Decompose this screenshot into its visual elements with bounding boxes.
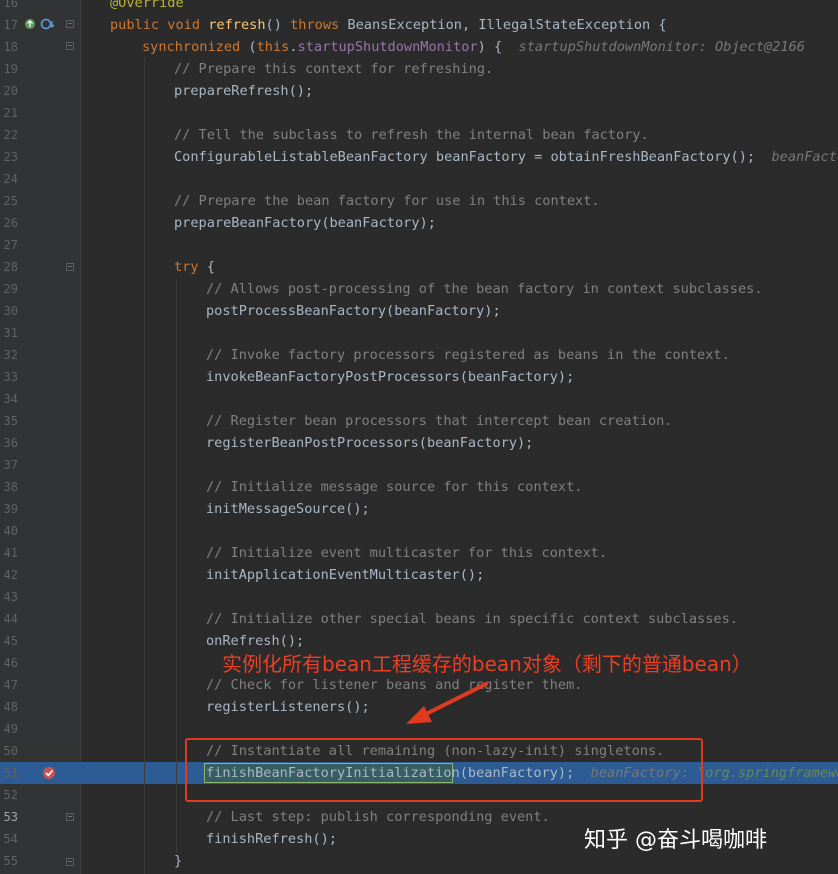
- fold-marker-icon[interactable]: [66, 263, 74, 271]
- code-line: try {: [174, 259, 215, 275]
- fold-marker-icon[interactable]: [66, 42, 74, 50]
- code-comment: // Last step: publish corresponding even…: [206, 809, 550, 825]
- line-number: 36: [3, 436, 18, 450]
- code-line: postProcessBeanFactory(beanFactory);: [206, 303, 501, 319]
- line-number: 32: [3, 348, 18, 362]
- code-comment: // Prepare this context for refreshing.: [174, 61, 494, 77]
- line-number: 33: [3, 370, 18, 384]
- line-number: 22: [3, 128, 18, 142]
- code-line: }: [174, 853, 183, 869]
- line-number: 30: [3, 304, 18, 318]
- fold-marker-icon[interactable]: [66, 20, 74, 28]
- code-comment: // Initialize message source for this co…: [206, 479, 583, 495]
- line-number: 50: [3, 744, 18, 758]
- line-number: 55: [3, 854, 18, 868]
- line-number: 48: [3, 700, 18, 714]
- line-number: 26: [3, 216, 18, 230]
- code-line: initApplicationEventMulticaster();: [206, 567, 485, 583]
- line-number: 45: [3, 634, 18, 648]
- code-comment: // Initialize other special beans in spe…: [206, 611, 738, 627]
- code-comment: // Prepare the bean factory for use in t…: [174, 193, 600, 209]
- line-number: 49: [3, 722, 18, 736]
- line-number: 52: [3, 788, 18, 802]
- line-number: 47: [3, 678, 18, 692]
- line-number: 21: [3, 106, 18, 120]
- line-number: 39: [3, 502, 18, 516]
- breakpoint-check-icon[interactable]: [42, 766, 56, 780]
- inline-debug-hint: startupShutdownMonitor: Object@2166: [518, 39, 805, 55]
- annotation-arrow-icon: [406, 682, 488, 724]
- line-number: 43: [3, 590, 18, 604]
- implemented-icon[interactable]: [40, 18, 56, 30]
- line-number: 31: [3, 326, 18, 340]
- code-line: ConfigurableListableBeanFactory beanFact…: [174, 146, 838, 168]
- fold-marker-icon[interactable]: [66, 813, 74, 821]
- code-comment: // Invoke factory processors registered …: [206, 347, 730, 363]
- gutter-separator: [80, 0, 81, 874]
- line-number: 42: [3, 568, 18, 582]
- line-number: 17: [3, 18, 18, 32]
- line-number: 40: [3, 524, 18, 538]
- code-line: synchronized (this.startupShutdownMonito…: [142, 39, 805, 55]
- code-comment: // Initialize event multicaster for this…: [206, 545, 608, 561]
- indent-guide: [176, 278, 177, 853]
- code-line: registerBeanPostProcessors(beanFactory);: [206, 435, 534, 451]
- code-line: public void refresh() throws BeansExcept…: [110, 17, 667, 33]
- code-line: @Override: [110, 0, 184, 11]
- line-number: 24: [3, 172, 18, 186]
- line-number: 23: [3, 150, 18, 164]
- line-number: 37: [3, 458, 18, 472]
- annotation-highlight-box: [185, 738, 703, 802]
- code-line: prepareRefresh();: [174, 83, 314, 99]
- watermark: 知乎 @奋斗喝咖啡: [584, 828, 767, 853]
- line-number: 27: [3, 238, 18, 252]
- code-line: finishRefresh();: [206, 831, 337, 847]
- code-line: invokeBeanFactoryPostProcessors(beanFact…: [206, 369, 575, 385]
- line-number: 44: [3, 612, 18, 626]
- code-comment: // Check for listener beans and register…: [206, 677, 583, 693]
- inline-debug-hint: beanFactor: [771, 149, 838, 165]
- line-number: 38: [3, 480, 18, 494]
- line-number: 28: [3, 260, 18, 274]
- line-number: 29: [3, 282, 18, 296]
- line-number: 16: [3, 0, 18, 10]
- code-comment: // Tell the subclass to refresh the inte…: [174, 127, 649, 143]
- override-icon[interactable]: [24, 18, 36, 30]
- line-number: 41: [3, 546, 18, 560]
- code-comment: // Allows post-processing of the bean fa…: [206, 281, 763, 297]
- line-number: 53: [3, 810, 18, 824]
- line-number: 35: [3, 414, 18, 428]
- code-line: registerListeners();: [206, 699, 370, 715]
- line-number: 34: [3, 392, 18, 406]
- line-number: 18: [3, 40, 18, 54]
- code-comment: // Register bean processors that interce…: [206, 413, 673, 429]
- line-number: 51: [3, 766, 18, 780]
- annotation-text: 实例化所有bean工程缓存的bean对象（剩下的普通bean）: [222, 652, 752, 676]
- code-line: prepareBeanFactory(beanFactory);: [174, 215, 436, 231]
- fold-marker-icon[interactable]: [66, 858, 74, 866]
- line-number: 25: [3, 194, 18, 208]
- line-number: 46: [3, 656, 18, 670]
- line-number: 54: [3, 832, 18, 846]
- indent-guide: [144, 58, 145, 874]
- code-line: initMessageSource();: [206, 501, 370, 517]
- line-number: 19: [3, 62, 18, 76]
- line-number: 20: [3, 84, 18, 98]
